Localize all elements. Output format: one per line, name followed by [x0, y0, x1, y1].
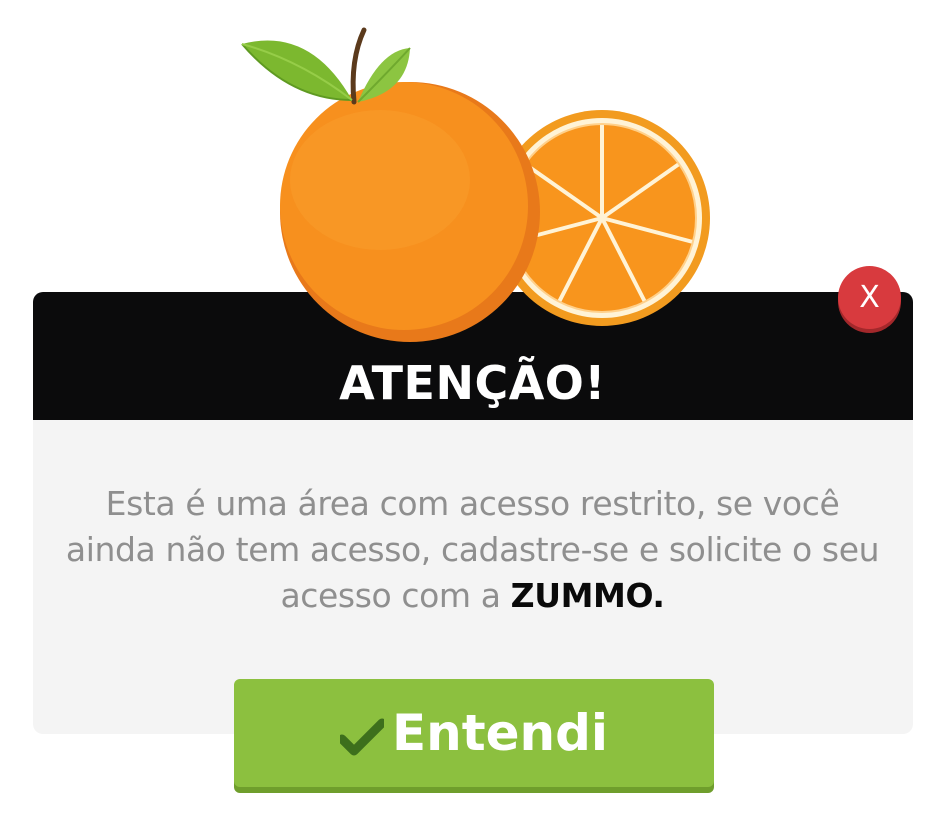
orange-fruit-icon [241, 27, 540, 342]
check-icon [339, 718, 384, 756]
brand-name: ZUMMO. [510, 576, 665, 615]
close-button[interactable]: X [838, 266, 901, 329]
orange-fruit-illustration [241, 27, 710, 342]
confirm-button[interactable]: Entendi [234, 679, 714, 787]
message-text: Esta é uma área com acesso restrito, se … [65, 484, 880, 615]
confirm-button-label: Entendi [391, 704, 609, 762]
modal-title: ATENÇÃO! [339, 356, 606, 410]
restricted-access-modal: ATENÇÃO! X Esta é uma área com acesso re… [0, 0, 945, 821]
modal-message: Esta é uma área com acesso restrito, se … [60, 481, 885, 619]
